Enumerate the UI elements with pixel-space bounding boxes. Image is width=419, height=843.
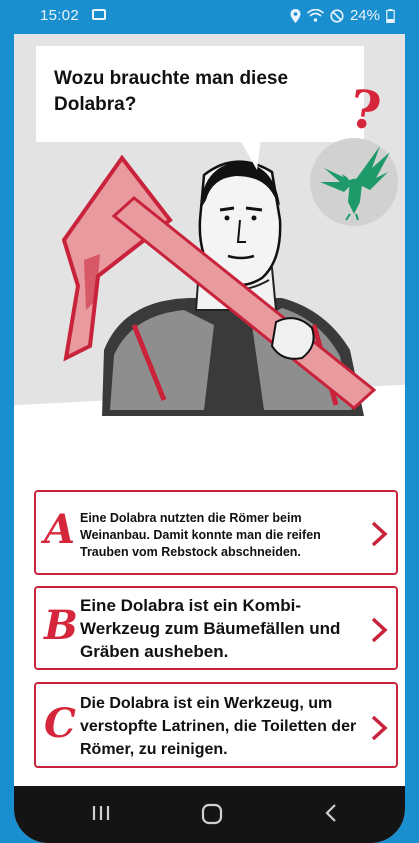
chevron-right-icon — [371, 715, 388, 741]
dnd-icon — [330, 8, 344, 23]
answer-option-b[interactable]: B Eine Dolabra ist ein Kombi-Werkzeug zu… — [34, 586, 398, 670]
battery-icon — [386, 8, 395, 23]
eagle-icon — [320, 146, 390, 221]
chevron-right-icon — [371, 521, 388, 547]
status-bar: 15:02 24% — [14, 0, 405, 34]
answer-text-c: Die Dolabra ist ein Werkzeug, um verstop… — [80, 695, 357, 758]
gallery-icon — [92, 9, 106, 20]
eagle-badge — [310, 138, 398, 226]
answer-letter-b: B — [44, 602, 78, 649]
answer-option-a[interactable]: A Eine Dolabra nutzten die Römer beim We… — [34, 490, 398, 575]
location-icon — [290, 8, 301, 23]
wifi-icon — [306, 9, 324, 22]
battery-percent: 24% — [349, 7, 380, 24]
back-icon[interactable] — [322, 802, 340, 824]
answer-option-c[interactable]: C Die Dolabra ist ein Werkzeug, um verst… — [34, 682, 398, 768]
answer-text-b: Eine Dolabra ist ein Kombi-Werkzeug zum … — [80, 596, 341, 661]
chevron-right-icon — [371, 617, 388, 643]
navigation-bar — [14, 786, 405, 843]
home-icon[interactable] — [200, 802, 224, 826]
answer-text-a: Eine Dolabra nutzten die Römer beim Wein… — [80, 511, 321, 559]
speech-bubble-tail — [239, 138, 261, 170]
phone-frame: 15:02 24% Wozu brauchte man diese Dolabr… — [0, 0, 419, 843]
recents-icon[interactable] — [90, 802, 112, 824]
question-text: Wozu brauchte man diese Dolabra? — [54, 68, 289, 115]
app-screen: 15:02 24% Wozu brauchte man diese Dolabr… — [14, 0, 405, 843]
answer-letter-a: A — [44, 506, 76, 553]
answer-letter-c: C — [44, 700, 76, 747]
status-icons: 24% — [290, 7, 395, 24]
status-time: 15:02 — [40, 7, 80, 24]
